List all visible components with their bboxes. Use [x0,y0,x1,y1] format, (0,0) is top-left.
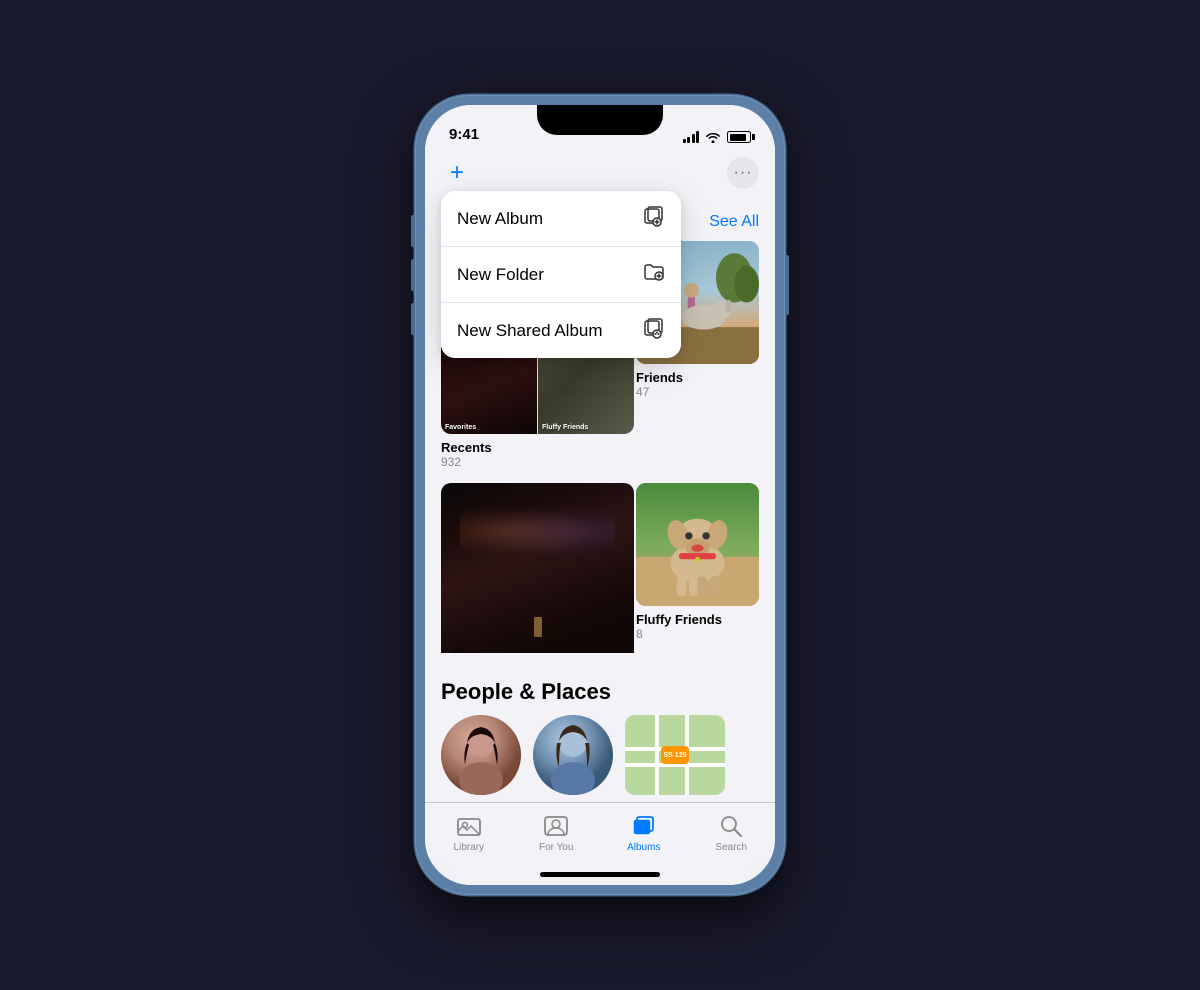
dropdown-menu: New Album New Folder [441,191,681,358]
new-shared-album-icon [643,317,665,344]
status-bar: 9:41 [425,105,775,149]
tab-library[interactable]: Library [425,811,513,853]
for-you-icon [543,813,569,839]
bottom-spacer [425,795,775,802]
heart-icon: ♥ [449,648,469,653]
new-folder-icon [643,261,665,288]
tab-albums[interactable]: Albums [600,811,688,853]
wifi-icon [705,131,721,143]
map-pin: SS 125 [661,746,689,764]
new-album-label: New Album [457,209,543,229]
tab-for-you[interactable]: For You [513,811,601,853]
map-thumbnail[interactable]: SS 125 [625,715,725,795]
phone-screen: 9:41 + ··· [425,105,775,885]
status-icons [683,131,752,143]
search-tab-label: Search [715,842,747,853]
nav-header: + ··· New Album [425,149,775,193]
new-album-item[interactable]: New Album [441,191,681,247]
people-places-title: People & Places [425,671,775,715]
tab-search[interactable]: Search [688,811,776,853]
more-button[interactable]: ··· [727,157,759,189]
fluffy-friends-album-count: 8 [636,627,759,641]
ellipsis-icon: ··· [734,164,753,182]
battery-icon [727,131,751,143]
phone-frame: 9:41 + ··· [415,95,785,895]
friends-album-count: 47 [636,385,759,399]
library-tab-label: Library [453,842,484,853]
album-fluffy-friends[interactable]: Fluffy Friends 8 [636,483,759,653]
new-album-icon [643,205,665,232]
fluffy-friends-album-name: Fluffy Friends [636,612,759,627]
see-all-button[interactable]: See All [709,213,759,231]
signal-icon [683,131,700,143]
people-places-section: People & Places [425,671,775,795]
albums-icon [631,813,657,839]
person-2[interactable] [533,715,613,795]
favorites-thumbnail: ♥ [441,483,634,653]
people-row: SS 125 [425,715,775,795]
recents-album-count: 932 [441,455,634,469]
notch [537,105,663,135]
new-folder-item[interactable]: New Folder [441,247,681,303]
for-you-tab-label: For You [539,842,573,853]
albums-tab-label: Albums [627,842,660,853]
status-time: 9:41 [449,126,479,143]
fluffy-friends-thumbnail [636,483,759,606]
new-folder-label: New Folder [457,265,544,285]
add-button[interactable]: + [441,157,473,189]
search-icon [718,813,744,839]
main-content[interactable]: + ··· New Album [425,149,775,802]
new-shared-album-item[interactable]: New Shared Album [441,303,681,358]
album-favorites[interactable]: ♥ Favorites 67 [441,483,634,653]
new-shared-album-label: New Shared Album [457,321,603,341]
recents-album-name: Recents [441,440,634,455]
person-1[interactable] [441,715,521,795]
friends-album-name: Friends [636,370,759,385]
library-icon [456,813,482,839]
home-indicator [540,872,660,877]
